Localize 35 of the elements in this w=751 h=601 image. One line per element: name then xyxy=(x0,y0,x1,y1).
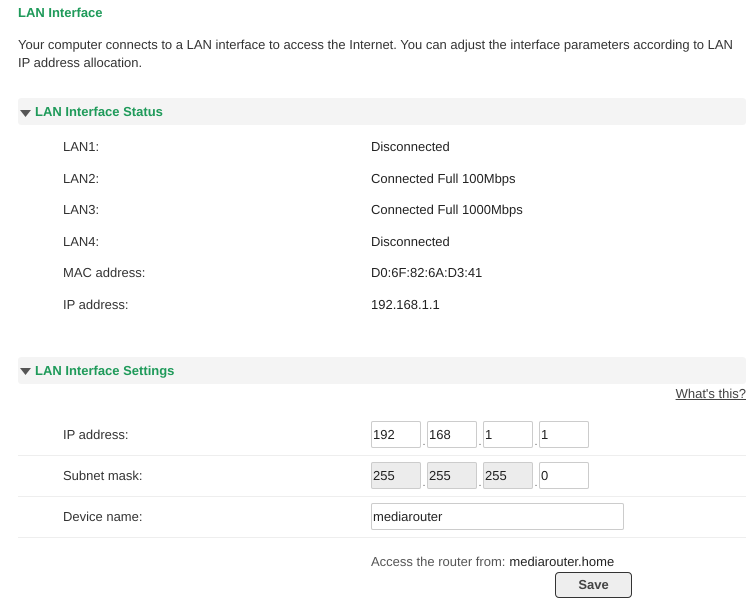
field-label: Device name: xyxy=(63,508,144,525)
status-label: MAC address: xyxy=(63,265,146,282)
device-name-field[interactable]: mediarouter xyxy=(371,503,624,530)
access-host: mediarouter.home xyxy=(509,554,614,569)
octet-field[interactable]: 1 xyxy=(539,421,589,448)
status-value: Disconnected xyxy=(371,139,450,155)
octet-field[interactable]: 192 xyxy=(371,421,421,448)
field-label: Subnet mask: xyxy=(63,468,144,484)
dot-separator: . xyxy=(478,438,482,448)
status-value: Connected Full 1000Mbps xyxy=(371,202,523,218)
octet-field[interactable]: 168 xyxy=(427,421,477,448)
save-button[interactable]: Save xyxy=(555,572,632,598)
status-label: LAN2: xyxy=(63,170,100,187)
status-value: Connected Full 100Mbps xyxy=(371,170,516,187)
dot-separator: . xyxy=(422,438,426,448)
caret-icon xyxy=(20,110,31,116)
octet-field[interactable]: 1 xyxy=(483,421,533,448)
status-label: LAN3: xyxy=(63,202,100,218)
dot-separator: . xyxy=(534,438,538,448)
access-label: Access the router from: xyxy=(371,554,506,569)
caret-icon xyxy=(20,368,31,376)
status-value: Disconnected xyxy=(371,234,450,250)
help-link[interactable]: What's this? xyxy=(676,386,746,401)
status-label: LAN4: xyxy=(63,234,100,250)
page-title: LAN Interface xyxy=(18,4,104,22)
dot-separator: . xyxy=(534,479,538,490)
dot-separator: . xyxy=(422,479,426,490)
status-value: D0:6F:82:6A:D3:41 xyxy=(371,265,482,282)
octet-field[interactable]: 0 xyxy=(539,462,589,490)
dot-separator: . xyxy=(478,479,482,490)
status-value: 192.168.1.1 xyxy=(371,296,440,313)
status-label: IP address: xyxy=(63,296,130,313)
status-label: LAN1: xyxy=(63,139,100,155)
intro-text: Your computer connects to a LAN interface to access the Internet. You can adjust the interface parameters according to LAN IP address allocation. xyxy=(18,36,734,72)
field-label: IP address: xyxy=(63,426,130,443)
